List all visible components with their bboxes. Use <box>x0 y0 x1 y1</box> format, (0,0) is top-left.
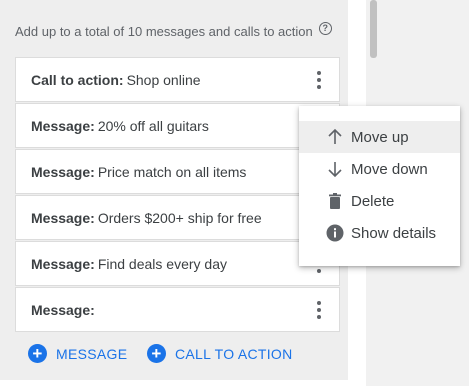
arrow-down-icon <box>326 160 344 178</box>
message-row[interactable]: Message: Price match on all items <box>15 149 340 194</box>
menu-item-label: Move down <box>351 160 428 178</box>
row-label: Message: <box>31 163 95 180</box>
instructions-header: Add up to a total of 10 messages and cal… <box>15 22 332 39</box>
menu-item-label: Delete <box>351 192 395 210</box>
message-row[interactable]: Message: 20% off all guitars <box>15 103 340 148</box>
help-icon[interactable]: ? <box>318 22 332 35</box>
row-value: Price match on all items <box>97 163 247 180</box>
add-message-button[interactable]: + MESSAGE <box>28 344 127 363</box>
menu-item-move-up[interactable]: Move up <box>299 121 460 153</box>
row-value: 20% off all guitars <box>97 117 209 134</box>
trash-icon <box>326 192 344 210</box>
row-value: Find deals every day <box>97 255 227 272</box>
call-to-action-row[interactable]: Call to action: Shop online <box>15 57 340 102</box>
more-options-icon[interactable] <box>317 71 321 89</box>
add-message-label: MESSAGE <box>56 345 128 362</box>
add-circle-icon: + <box>147 344 166 363</box>
row-value: Orders $200+ ship for free <box>97 209 262 226</box>
add-circle-icon: + <box>28 344 47 363</box>
message-row[interactable]: Message: <box>15 287 340 332</box>
message-row[interactable]: Message: Find deals every day <box>15 241 340 286</box>
row-label: Call to action: <box>31 71 124 88</box>
row-context-menu: Move up Move down Delete Show details <box>299 106 460 266</box>
menu-item-show-details[interactable]: Show details <box>299 217 460 249</box>
menu-item-delete[interactable]: Delete <box>299 185 460 217</box>
scrollbar-thumb[interactable] <box>370 0 377 58</box>
row-label: Message: <box>31 255 95 272</box>
info-icon <box>326 224 344 242</box>
row-label: Message: <box>31 117 95 134</box>
add-call-to-action-label: CALL TO ACTION <box>175 345 293 362</box>
message-row[interactable]: Message: Orders $200+ ship for free <box>15 195 340 240</box>
menu-item-label: Show details <box>351 224 437 242</box>
menu-item-label: Move up <box>351 128 409 146</box>
instructions-text: Add up to a total of 10 messages and cal… <box>15 24 313 39</box>
more-options-icon[interactable] <box>317 301 321 319</box>
row-label: Message: <box>31 301 95 318</box>
arrow-up-icon <box>326 128 344 146</box>
add-call-to-action-button[interactable]: + CALL TO ACTION <box>147 344 293 363</box>
row-label: Message: <box>31 209 95 226</box>
row-value: Shop online <box>126 71 201 88</box>
menu-item-move-down[interactable]: Move down <box>299 153 460 185</box>
